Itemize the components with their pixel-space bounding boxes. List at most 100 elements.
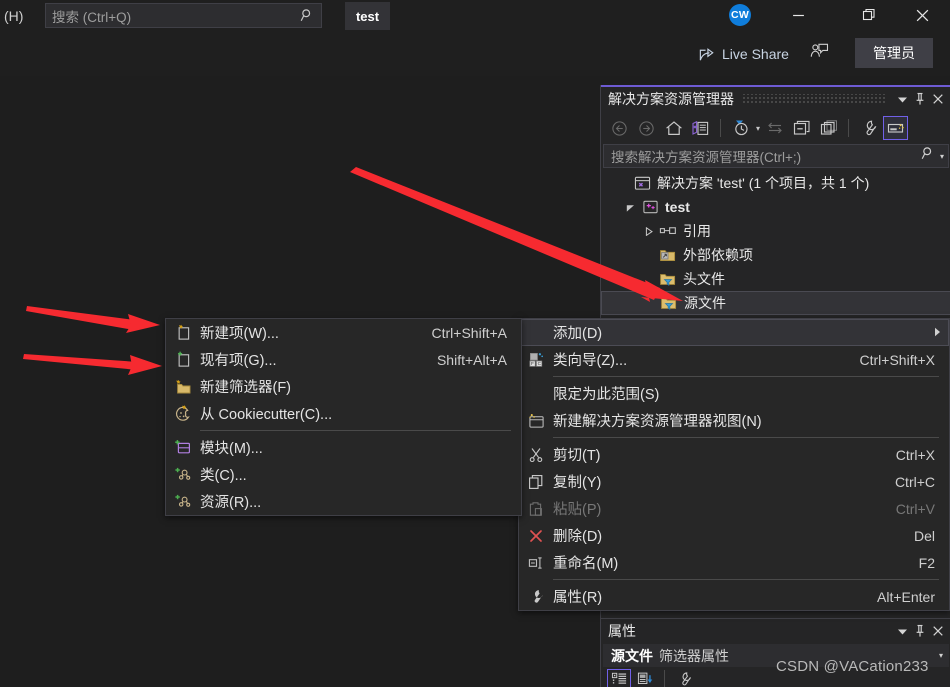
submenu-item-resource[interactable]: 资源(R)...: [166, 488, 521, 515]
menu-item-shortcut: Ctrl+X: [895, 446, 935, 463]
tree-item-external-dependencies[interactable]: 外部依赖项: [601, 243, 950, 267]
tree-item-label: 外部依赖项: [683, 247, 753, 263]
quick-launch-search[interactable]: 搜索 (Ctrl+Q): [45, 3, 322, 28]
tree-item-solution[interactable]: 解决方案 'test' (1 个项目，共 1 个): [601, 171, 950, 195]
menu-item-shortcut: Ctrl+V: [895, 500, 935, 517]
feedback-person-icon[interactable]: [810, 42, 829, 60]
quick-launch-placeholder: 搜索 (Ctrl+Q): [52, 9, 132, 25]
properties-header: 属性: [601, 619, 950, 643]
menu-item-rename[interactable]: 重命名(M) F2: [519, 549, 949, 576]
submenu-item-new-item[interactable]: 新建项(W)... Ctrl+Shift+A: [166, 319, 521, 346]
submenu-item-label: 模块(M)...: [200, 441, 263, 457]
menu-item-cut[interactable]: 剪切(T) Ctrl+X: [519, 441, 949, 468]
menu-item-label: 复制(Y): [553, 475, 602, 491]
menu-item-new-solution-explorer-view[interactable]: 新建解决方案资源管理器视图(N): [519, 407, 949, 434]
solution-doc-icon[interactable]: [688, 116, 713, 140]
submenu-item-new-filter[interactable]: 新建筛选器(F): [166, 373, 521, 400]
twisty-expanded-icon[interactable]: [621, 203, 639, 212]
wrench-icon[interactable]: [672, 669, 696, 687]
back-arrow-icon[interactable]: [607, 116, 632, 140]
admin-badge[interactable]: 管理员: [855, 38, 933, 68]
window-dropdown-button[interactable]: [893, 89, 911, 109]
submenu-item-label: 新建项(W)...: [200, 326, 279, 342]
submenu-item-class[interactable]: 类(C)...: [166, 461, 521, 488]
window-dropdown-button[interactable]: [893, 621, 911, 641]
class-icon: [166, 466, 200, 483]
pin-button[interactable]: [911, 621, 929, 641]
external-deps-folder-icon: [657, 248, 679, 263]
menu-item-label: 新建解决方案资源管理器视图(N): [553, 414, 762, 430]
forward-arrow-icon[interactable]: [634, 116, 659, 140]
menu-item-copy[interactable]: 复制(Y) Ctrl+C: [519, 468, 949, 495]
sync-arrows-icon[interactable]: [762, 116, 787, 140]
chevron-down-icon[interactable]: ▾: [756, 124, 760, 133]
menu-item-shortcut: Ctrl+C: [894, 473, 935, 490]
new-item-icon: [166, 324, 200, 341]
add-submenu: 新建项(W)... Ctrl+Shift+A 现有项(G)... Shift+A…: [165, 318, 522, 516]
solution-icon: [631, 175, 653, 191]
tree-item-header-files[interactable]: 头文件: [601, 267, 950, 291]
close-icon[interactable]: [899, 0, 945, 30]
tree-item-label: 源文件: [684, 295, 726, 311]
menu-item-label: 删除(D): [553, 529, 603, 545]
drag-grip[interactable]: [742, 94, 885, 104]
submenu-item-from-cookiecutter[interactable]: 从 Cookiecutter(C)...: [166, 400, 521, 427]
existing-item-icon: [166, 351, 200, 368]
clock-filter-icon[interactable]: [728, 116, 753, 140]
scissors-icon: [519, 447, 553, 463]
rename-icon: [519, 556, 553, 570]
pin-button[interactable]: [911, 89, 929, 109]
watermark-text: CSDN @VACation233: [776, 658, 929, 675]
wrench-icon[interactable]: [856, 116, 881, 140]
vs-window: (H) 搜索 (Ctrl+Q) test CW Live Share 管理员 解…: [0, 0, 950, 687]
submenu-item-label: 从 Cookiecutter(C)...: [200, 407, 333, 423]
wrench-icon: [519, 588, 553, 605]
menu-item-shortcut: Del: [913, 527, 935, 544]
menu-bar-tail[interactable]: (H): [4, 6, 23, 26]
solution-name-tab[interactable]: test: [345, 2, 390, 30]
context-menu: 添加(D) FC 类向导(Z)... Ctrl+Shift+X 限定为此范围(S…: [518, 318, 950, 611]
submenu-item-shortcut: Shift+Alt+A: [436, 351, 507, 368]
tree-item-project[interactable]: test: [601, 195, 950, 219]
chevron-down-icon[interactable]: ▾: [939, 651, 943, 660]
close-button[interactable]: [929, 89, 947, 109]
solution-search-placeholder: 搜索解决方案资源管理器(Ctrl+;): [611, 150, 802, 165]
cpp-project-icon: [639, 199, 661, 215]
menu-item-properties[interactable]: 属性(R) Alt+Enter: [519, 583, 949, 610]
tree-item-source-files[interactable]: 源文件: [601, 291, 950, 315]
resource-icon: [166, 493, 200, 510]
collapse-all-icon[interactable]: [789, 116, 814, 140]
submenu-separator: [200, 430, 511, 431]
alphabetical-icon[interactable]: [633, 669, 657, 687]
filter-folder-icon: [658, 296, 680, 311]
maximize-icon[interactable]: [846, 0, 892, 30]
submenu-item-module[interactable]: 模块(M)...: [166, 434, 521, 461]
new-explorer-view-icon: [519, 413, 553, 429]
menu-item-add[interactable]: 添加(D): [519, 319, 949, 346]
menu-item-delete[interactable]: 删除(D) Del: [519, 522, 949, 549]
paste-icon: [519, 501, 553, 517]
menu-item-scope-to-this[interactable]: 限定为此范围(S): [519, 380, 949, 407]
live-share-button[interactable]: Live Share: [698, 42, 789, 66]
live-share-label: Live Share: [722, 46, 789, 62]
menu-separator: [553, 376, 939, 377]
home-icon[interactable]: [661, 116, 686, 140]
menu-item-shortcut: F2: [918, 554, 935, 571]
minimize-icon[interactable]: [775, 0, 821, 30]
show-all-files-icon[interactable]: [816, 116, 841, 140]
avatar[interactable]: CW: [729, 4, 751, 26]
chevron-right-icon: [934, 327, 941, 339]
menu-item-class-wizard[interactable]: FC 类向导(Z)... Ctrl+Shift+X: [519, 346, 949, 373]
menu-item-paste: 粘贴(P) Ctrl+V: [519, 495, 949, 522]
menu-separator: [553, 579, 939, 580]
tree-item-label: 引用: [683, 223, 711, 239]
preview-icon[interactable]: [883, 116, 909, 140]
twisty-collapsed-icon[interactable]: [639, 226, 657, 236]
categorized-icon[interactable]: [607, 669, 631, 687]
tree-item-references[interactable]: 引用: [601, 219, 950, 243]
chevron-down-icon[interactable]: ▾: [940, 152, 944, 161]
solution-explorer-search-input[interactable]: 搜索解决方案资源管理器(Ctrl+;) ▾: [603, 144, 949, 168]
title-bar: (H) 搜索 (Ctrl+Q) test CW Live Share 管理员: [0, 0, 950, 76]
close-button[interactable]: [929, 621, 947, 641]
submenu-item-existing-item[interactable]: 现有项(G)... Shift+Alt+A: [166, 346, 521, 373]
